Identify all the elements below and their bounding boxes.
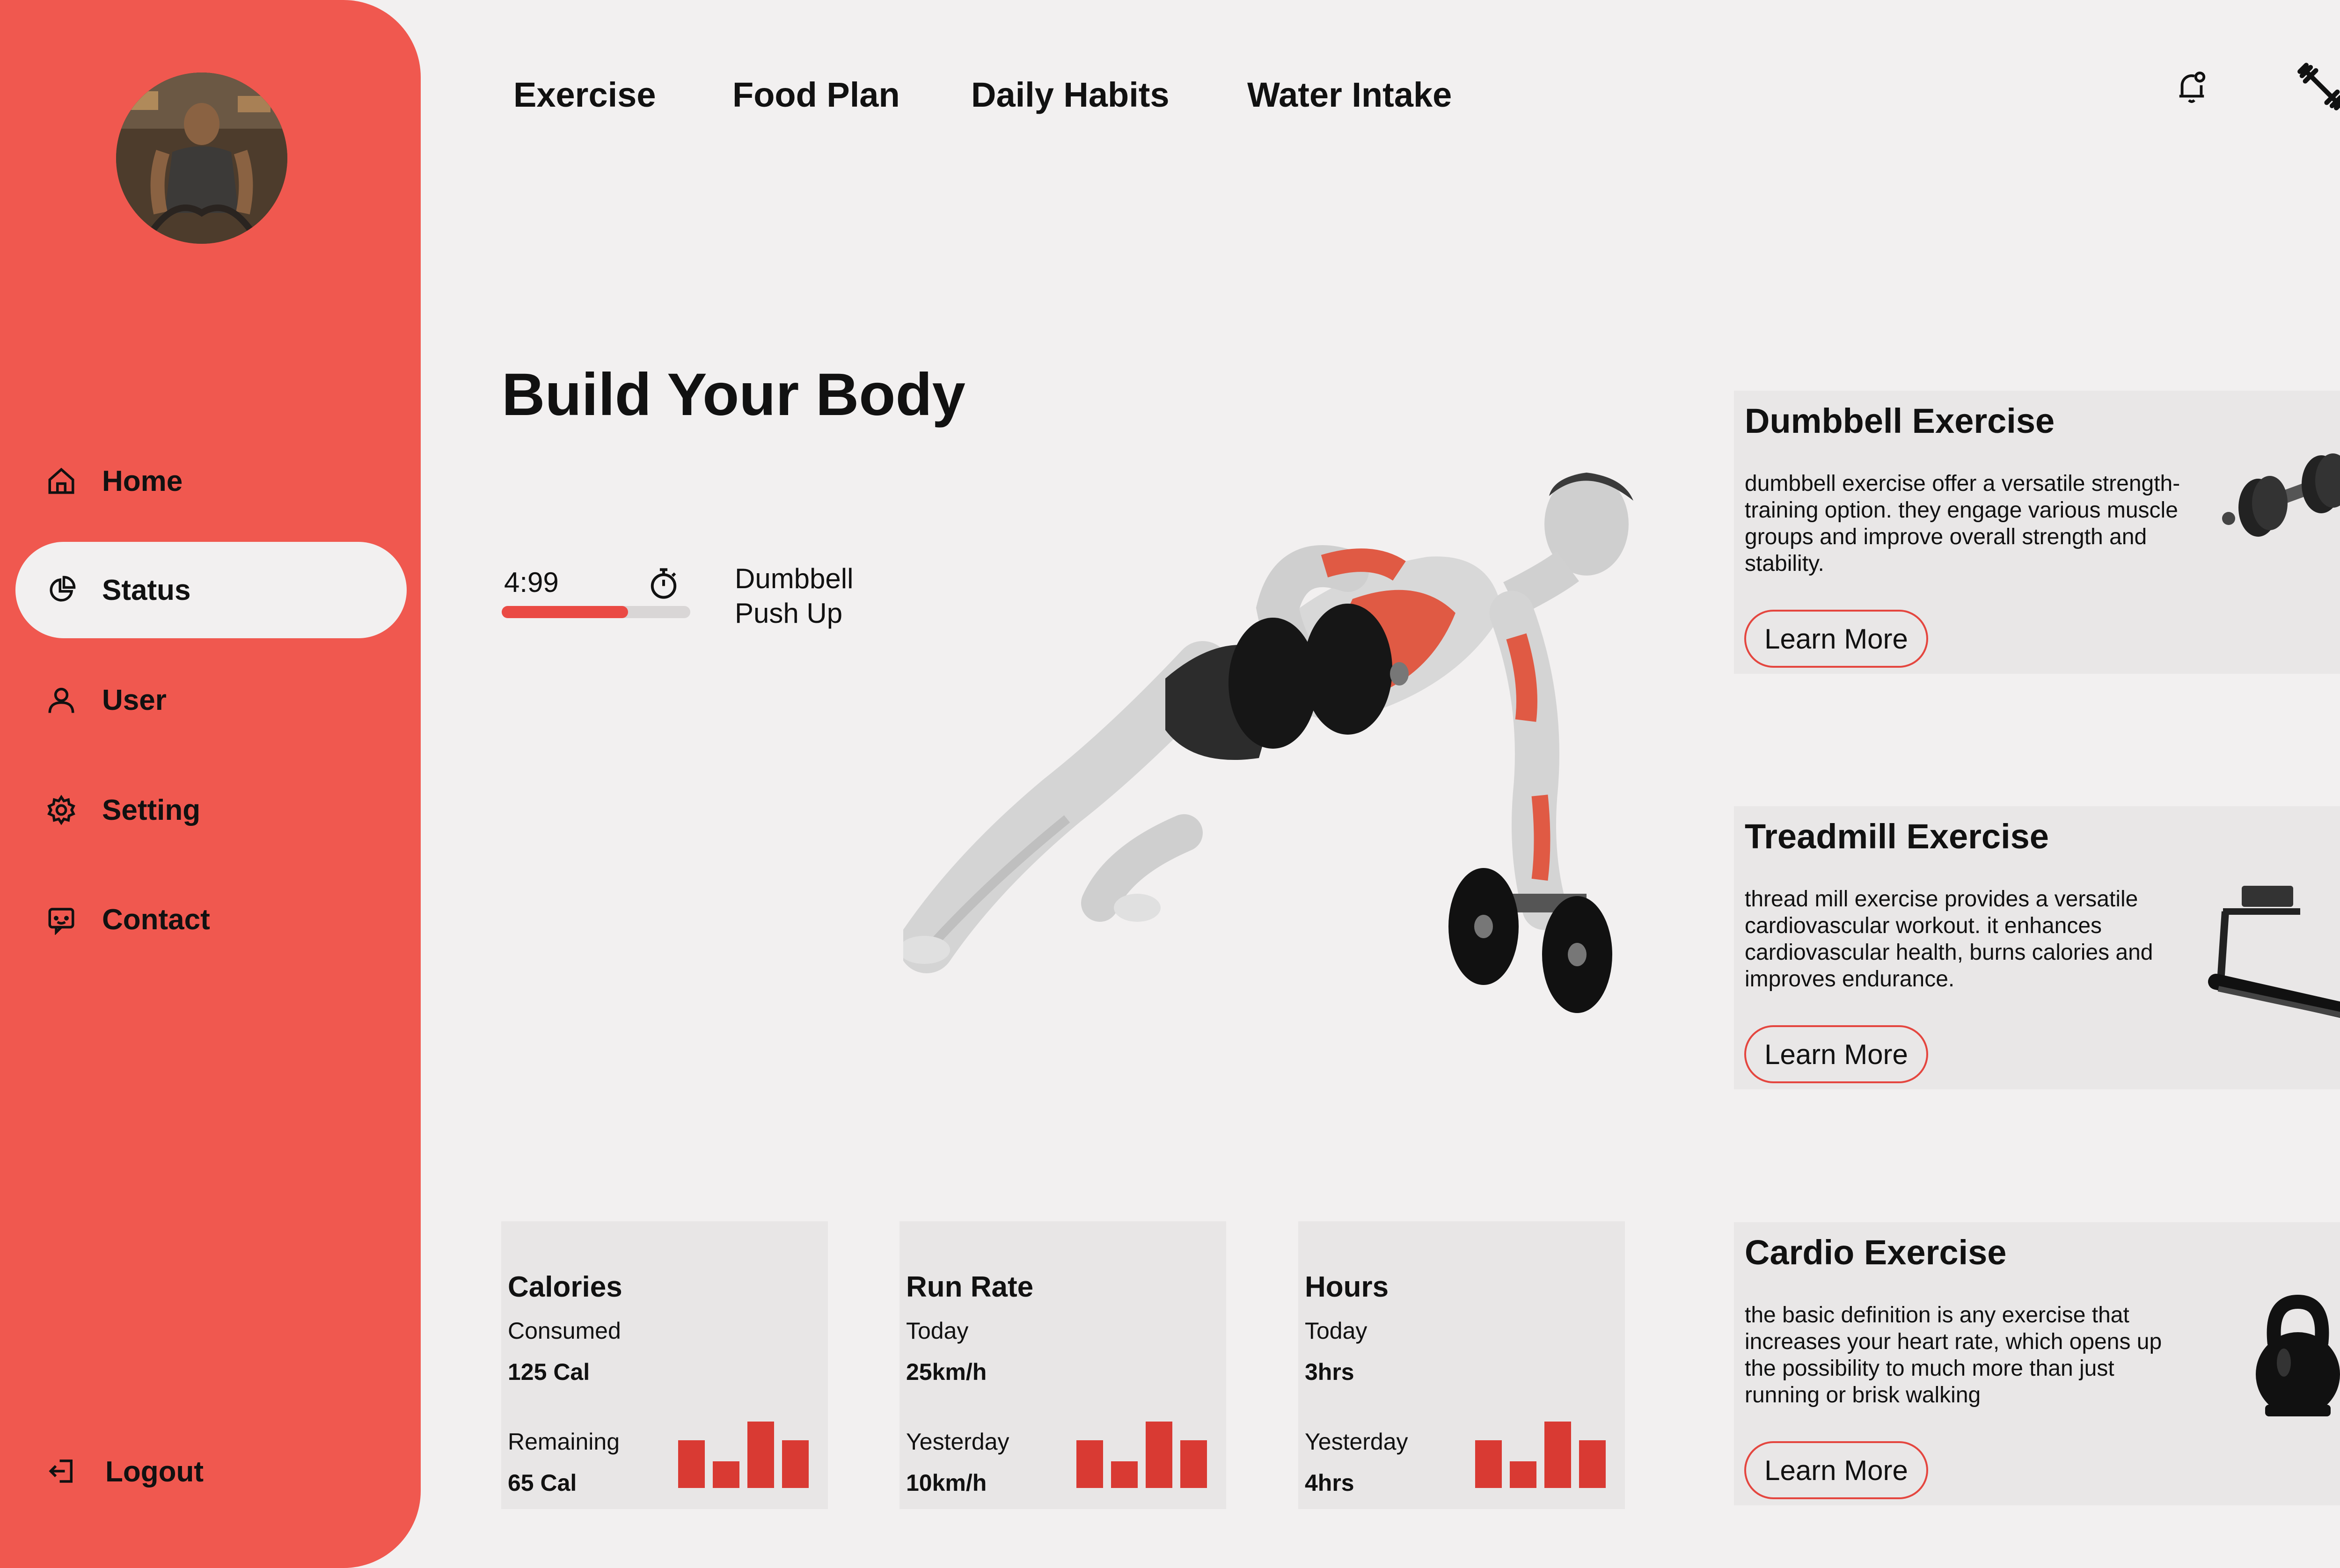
stat-label-primary: Today <box>906 1318 969 1344</box>
nav-link-water-intake[interactable]: Water Intake <box>1247 75 1452 115</box>
dumbbell-icon[interactable] <box>2296 61 2340 115</box>
nav-link-exercise[interactable]: Exercise <box>513 75 656 115</box>
user-icon <box>45 684 78 716</box>
mini-bar <box>1579 1440 1606 1488</box>
page-title: Build Your Body <box>502 361 965 428</box>
card-treadmill-exercise: Treadmill Exercise thread mill exercise … <box>1734 806 2340 1089</box>
gear-icon <box>45 794 78 826</box>
stopwatch-icon <box>648 567 679 600</box>
bell-icon[interactable] <box>2175 70 2208 108</box>
stat-label-secondary: Yesterday <box>906 1429 1009 1455</box>
card-dumbbell-exercise: Dumbbell Exercise dumbbell exercise offe… <box>1734 391 2340 674</box>
home-icon <box>45 465 78 497</box>
logout-icon <box>47 1456 80 1488</box>
mini-bar <box>678 1440 705 1488</box>
mini-bar <box>713 1461 739 1488</box>
sidebar-item-status[interactable]: Status <box>15 542 407 638</box>
sidebar-item-label: Setting <box>102 794 201 826</box>
nav-link-food-plan[interactable]: Food Plan <box>732 75 900 115</box>
mini-bar <box>782 1440 809 1488</box>
sidebar-item-label: Status <box>102 574 191 606</box>
stat-label-primary: Consumed <box>508 1318 621 1344</box>
exercise-progress-bar <box>502 606 690 618</box>
stat-value-primary: 3hrs <box>1305 1359 1354 1385</box>
contact-icon <box>45 903 78 936</box>
learn-more-button[interactable]: Learn More <box>1744 1441 1928 1499</box>
stat-card-hours: Hours Today 3hrs Yesterday 4hrs <box>1298 1221 1625 1509</box>
card-title: Treadmill Exercise <box>1745 817 2049 856</box>
stat-label-primary: Today <box>1305 1318 1367 1344</box>
logout-label: Logout <box>105 1456 204 1488</box>
card-title: Cardio Exercise <box>1745 1233 2007 1272</box>
stat-value-primary: 25km/h <box>906 1359 987 1385</box>
stat-title: Hours <box>1305 1271 1389 1303</box>
stat-card-calories: Calories Consumed 125 Cal Remaining 65 C… <box>501 1221 828 1509</box>
stat-value-secondary: 10km/h <box>906 1470 987 1496</box>
mini-bar <box>1544 1422 1571 1488</box>
mini-bar-chart <box>1076 1418 1210 1488</box>
stat-title: Calories <box>508 1271 622 1303</box>
card-text: the basic definition is any exercise tha… <box>1745 1303 2162 1408</box>
nav-link-daily-habits[interactable]: Daily Habits <box>971 75 1170 115</box>
stat-label-secondary: Yesterday <box>1305 1429 1408 1455</box>
stat-title: Run Rate <box>906 1271 1034 1303</box>
mini-bar <box>1076 1440 1103 1488</box>
pie-chart-icon <box>45 574 78 606</box>
learn-more-button[interactable]: Learn More <box>1744 610 1928 668</box>
mini-bar <box>1111 1461 1138 1488</box>
sidebar-item-contact[interactable]: Contact <box>15 871 407 968</box>
timer-value: 4:99 <box>504 567 559 598</box>
dumbbell-image <box>2218 452 2340 543</box>
card-text: thread mill exercise provides a versatil… <box>1745 887 2153 992</box>
mini-bar <box>1180 1440 1207 1488</box>
exercise-name: Dumbbell Push Up <box>735 563 854 629</box>
sidebar-item-user[interactable]: User <box>15 652 407 748</box>
mini-bar-chart <box>678 1418 812 1488</box>
learn-more-button[interactable]: Learn More <box>1744 1025 1928 1083</box>
logout-button[interactable]: Logout <box>47 1455 204 1488</box>
sidebar-item-label: Home <box>102 465 183 497</box>
mini-bar <box>1475 1440 1502 1488</box>
card-title: Dumbbell Exercise <box>1745 401 2055 440</box>
sidebar-item-setting[interactable]: Setting <box>15 762 407 858</box>
stat-label-secondary: Remaining <box>508 1429 620 1455</box>
stat-value-secondary: 4hrs <box>1305 1470 1354 1496</box>
sidebar: Home Status User Setting Contact Logout <box>0 0 421 1568</box>
mini-bar <box>747 1422 774 1488</box>
stat-value-primary: 125 Cal <box>508 1359 590 1385</box>
avatar[interactable] <box>116 73 287 244</box>
stat-value-secondary: 65 Cal <box>508 1470 577 1496</box>
kettlebell-image <box>2246 1292 2340 1426</box>
mini-bar-chart <box>1475 1418 1609 1488</box>
sidebar-item-label: User <box>102 684 167 716</box>
treadmill-image <box>2207 883 2340 1026</box>
mini-bar <box>1146 1422 1172 1488</box>
sidebar-item-label: Contact <box>102 903 210 936</box>
sidebar-item-home[interactable]: Home <box>15 433 407 529</box>
avatar-image <box>116 73 287 244</box>
card-text: dumbbell exercise offer a versatile stre… <box>1745 471 2180 576</box>
card-cardio-exercise: Cardio Exercise the basic definition is … <box>1734 1222 2340 1505</box>
progress-fill <box>502 606 628 618</box>
mini-bar <box>1510 1461 1536 1488</box>
exercise-figure-image <box>899 459 1675 1025</box>
stat-card-run-rate: Run Rate Today 25km/h Yesterday 10km/h <box>899 1221 1226 1509</box>
